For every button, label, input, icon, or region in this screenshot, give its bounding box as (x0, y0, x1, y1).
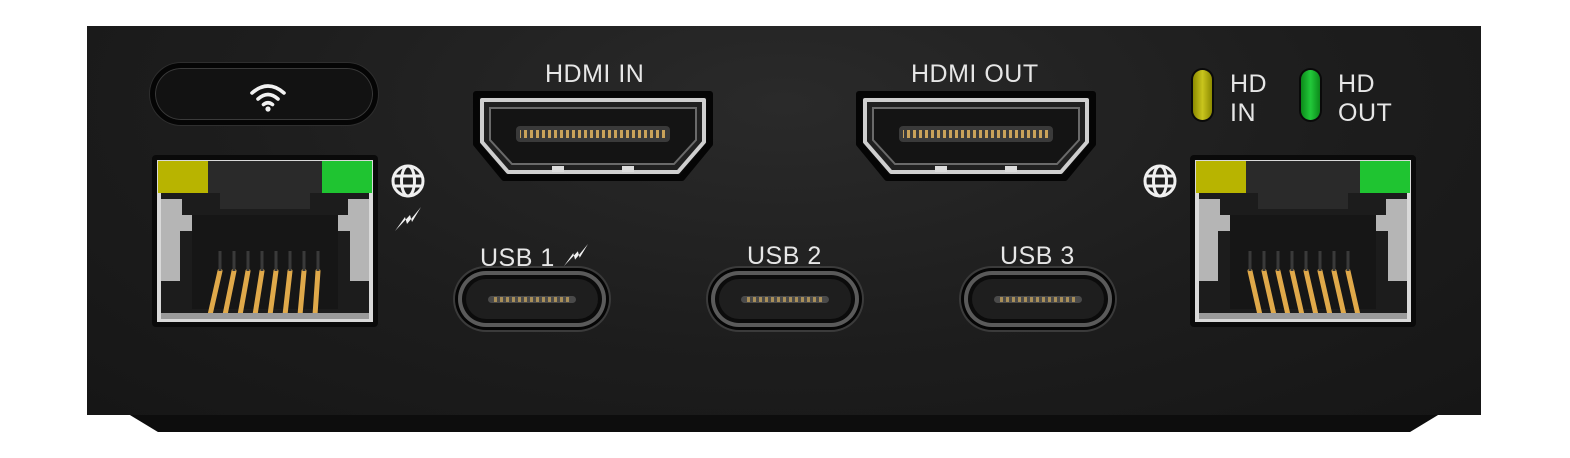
hd-in-line1: HD (1230, 70, 1268, 98)
usb1-port[interactable] (458, 271, 606, 327)
usb3-port[interactable] (964, 271, 1112, 327)
device-base (125, 412, 1443, 432)
power-bolt-icon (564, 243, 589, 267)
ethernet-port-right[interactable] (1190, 155, 1416, 327)
hd-in-line2: IN (1230, 99, 1256, 127)
hd-out-led (1301, 70, 1320, 120)
globe-icon (1143, 164, 1177, 198)
hdmi-in-label: HDMI IN (545, 60, 645, 88)
usb2-label: USB 2 (747, 242, 822, 270)
wifi-icon (250, 84, 286, 112)
hd-in-led (1193, 70, 1212, 120)
usb3-label: USB 3 (1000, 242, 1075, 270)
globe-icon (391, 164, 425, 198)
usb1-label-text: USB 1 (480, 244, 555, 272)
hd-out-label: HD OUT (1338, 70, 1392, 128)
hd-in-label: HD IN (1230, 70, 1267, 128)
wifi-button[interactable] (150, 63, 378, 125)
power-bolt-icon (395, 207, 421, 231)
hd-out-line1: HD (1338, 70, 1376, 98)
hdmi-out-label: HDMI OUT (911, 60, 1039, 88)
hd-out-line2: OUT (1338, 99, 1393, 127)
hdmi-in-port[interactable] (470, 90, 716, 184)
usb2-port[interactable] (711, 271, 859, 327)
ethernet-port-left[interactable] (152, 155, 378, 327)
hdmi-out-port[interactable] (853, 90, 1099, 184)
usb1-label: USB 1 (480, 242, 590, 273)
